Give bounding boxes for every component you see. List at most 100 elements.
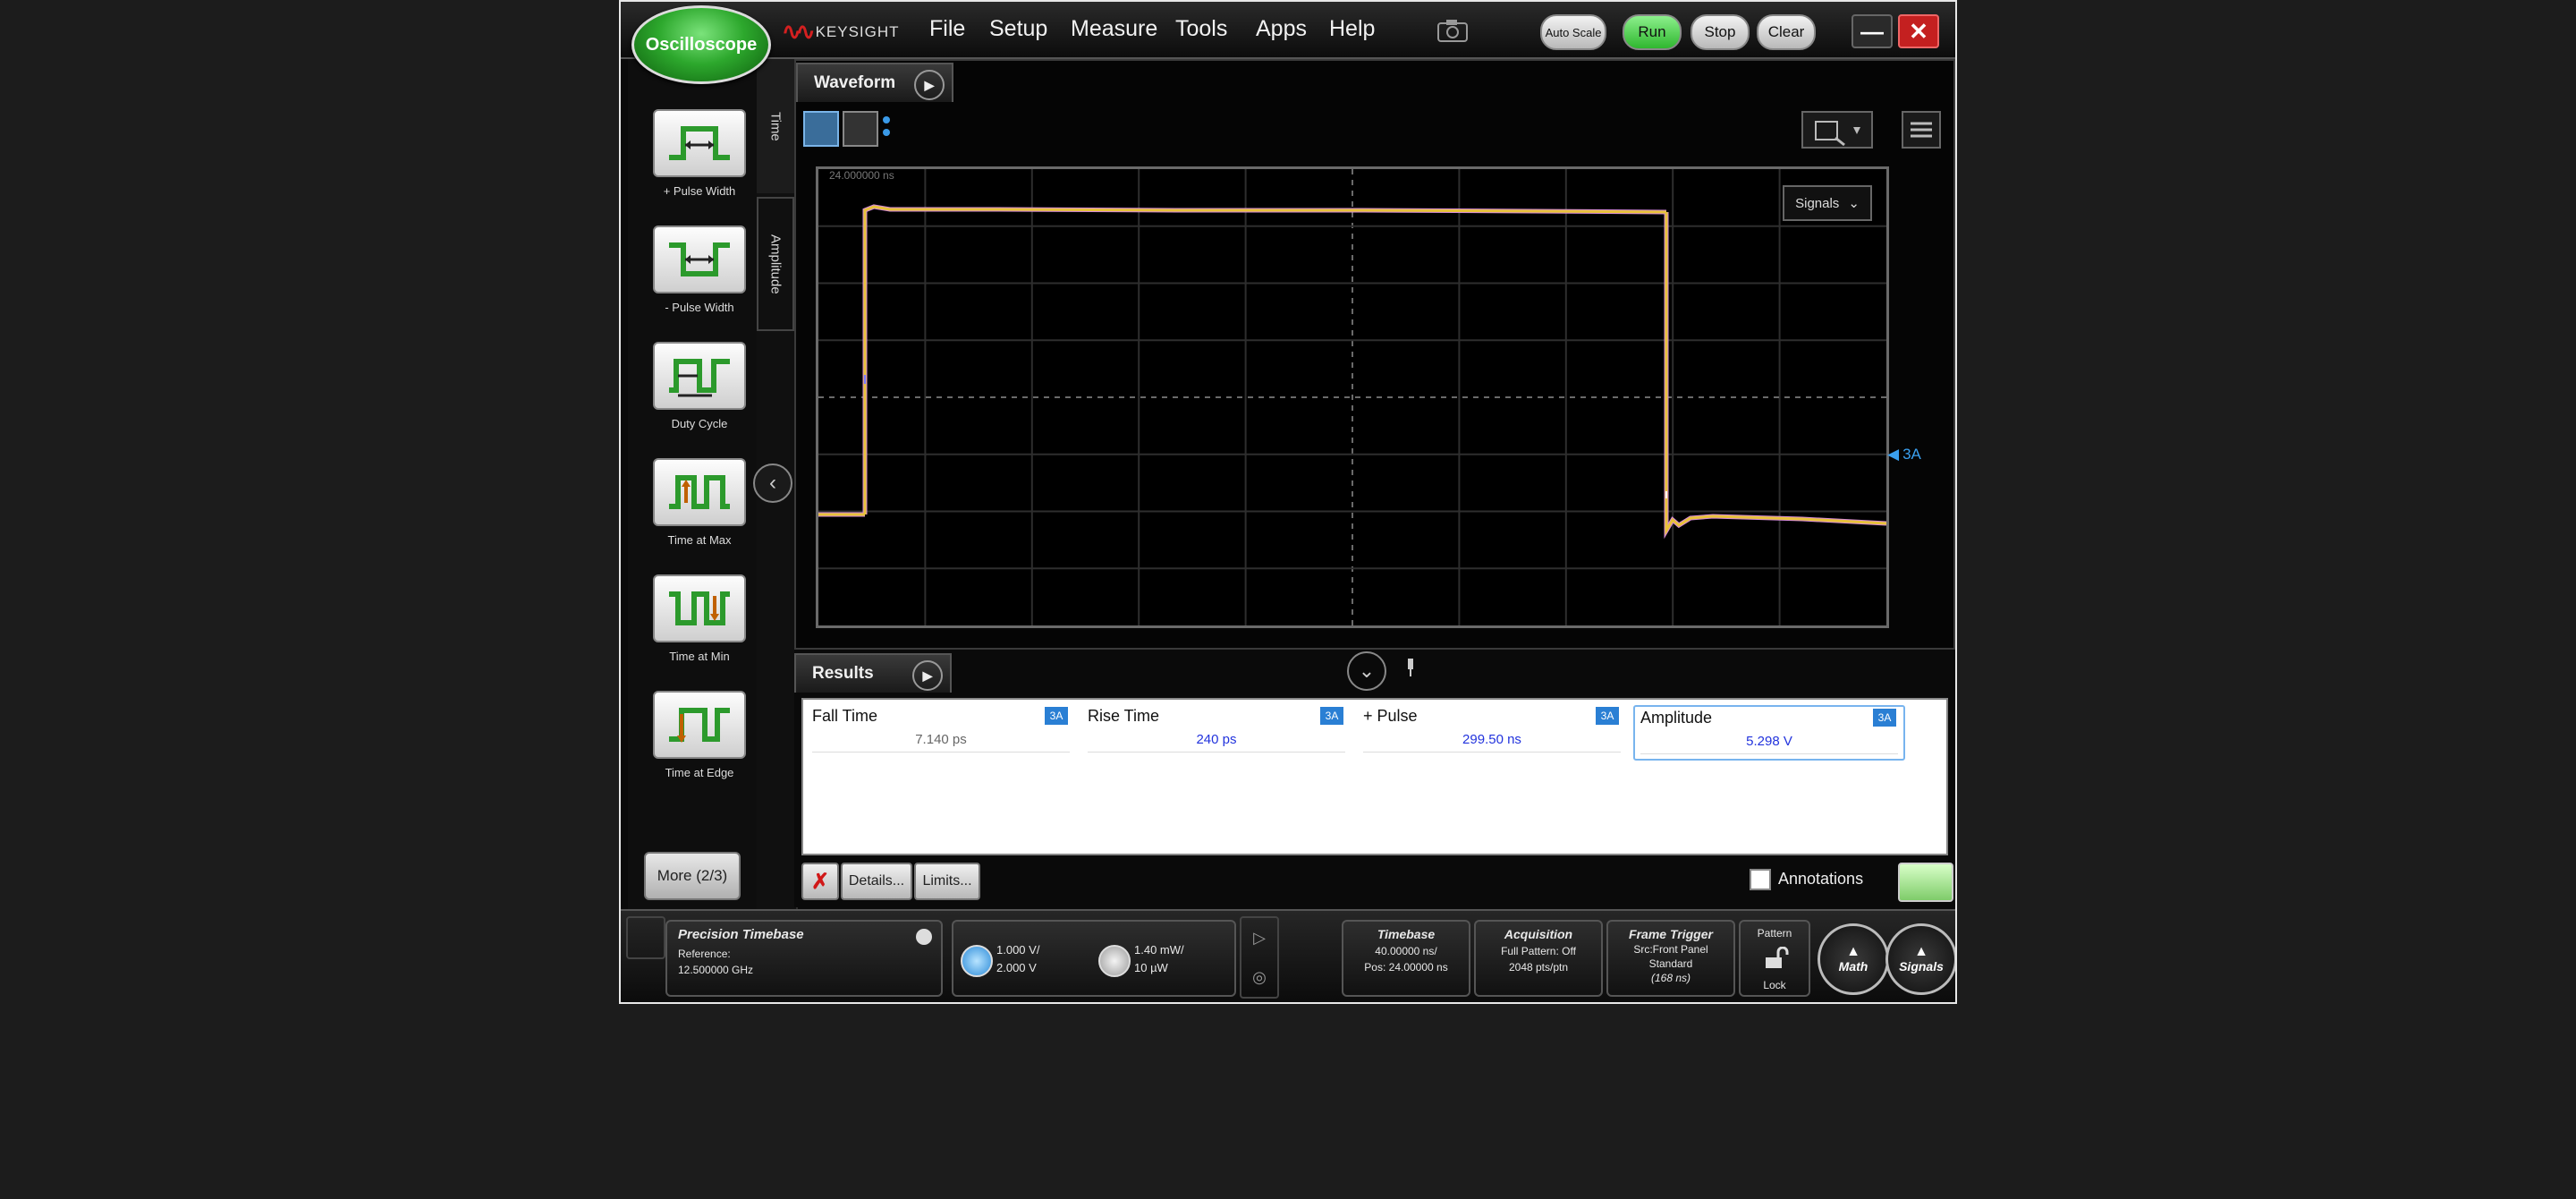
play-icon[interactable]: ▷ xyxy=(1253,929,1266,948)
measurement-name: + Pulse xyxy=(1363,707,1418,725)
annotations-color-button[interactable] xyxy=(1898,863,1953,902)
frame-trigger-box[interactable]: Frame Trigger Src:Front Panel Standard (… xyxy=(1606,920,1735,997)
measurement-value: 240 ps xyxy=(1088,732,1345,753)
tool-negative-pulse-width[interactable]: - Pulse Width xyxy=(642,225,757,314)
channel-scroll-buttons[interactable]: ▷ ◎ xyxy=(1240,916,1279,999)
delete-measurement-button[interactable]: ✗ xyxy=(801,863,839,900)
tool-label: Time at Max xyxy=(667,533,732,547)
channel-badge: 3A xyxy=(1045,707,1068,725)
lock-label: Lock xyxy=(1763,979,1786,991)
menu-setup[interactable]: Setup xyxy=(989,16,1047,42)
tool-time-at-edge[interactable]: Time at Edge xyxy=(642,691,757,779)
clear-button[interactable]: Clear xyxy=(1757,14,1816,50)
tool-duty-cycle[interactable]: Duty Cycle xyxy=(642,342,757,430)
menu-file[interactable]: File xyxy=(929,16,965,42)
more-grid-icon[interactable] xyxy=(882,115,891,141)
measurement-positive-pulse[interactable]: + Pulse 3A 299.50 ns xyxy=(1358,705,1626,757)
oscilloscope-mode-button[interactable]: Oscilloscope xyxy=(631,5,771,84)
precision-timebase-box[interactable]: Precision Timebase Reference: 12.500000 … xyxy=(665,920,943,997)
precision-timebase-line2: 12.500000 GHz xyxy=(678,964,754,976)
measurement-value: 5.298 V xyxy=(1640,734,1898,754)
channel-settings-box[interactable]: 1.000 V/ 2.000 V 1.40 mW/ 10 µW xyxy=(952,920,1236,997)
frame-trigger-source: Src:Front Panel xyxy=(1633,943,1708,956)
auto-scale-button[interactable]: Auto Scale xyxy=(1540,14,1606,50)
chevron-left-icon: ‹ xyxy=(769,471,776,495)
close-button[interactable]: ✕ xyxy=(1898,14,1939,48)
camera-icon[interactable] xyxy=(1435,16,1470,43)
acquisition-box[interactable]: Acquisition Full Pattern: Off 2048 pts/p… xyxy=(1474,920,1603,997)
timebase-box[interactable]: Timebase 40.00000 ns/ Pos: 24.00000 ns xyxy=(1342,920,1470,997)
menu-apps[interactable]: Apps xyxy=(1256,16,1307,42)
channel-badge: 3A xyxy=(1873,709,1896,727)
channel-badge: 3A xyxy=(1596,707,1619,725)
tab-time[interactable]: Time xyxy=(757,59,794,193)
tab-waveform[interactable]: Waveform ▶ xyxy=(796,63,953,102)
stop-button[interactable]: Stop xyxy=(1690,14,1750,50)
signals-button[interactable]: ▲ Signals xyxy=(1885,923,1955,995)
precision-timebase-line1: Reference: xyxy=(678,948,731,960)
tab-amplitude[interactable]: Amplitude xyxy=(757,197,794,331)
frame-trigger-period: (168 ns) xyxy=(1650,972,1691,984)
tool-time-at-min[interactable]: Time at Min xyxy=(642,574,757,663)
tool-label: + Pulse Width xyxy=(663,184,736,198)
play-icon[interactable]: ▶ xyxy=(912,660,943,691)
pattern-lock-box[interactable]: Pattern Lock xyxy=(1739,920,1810,997)
tool-time-at-max[interactable]: Time at Max xyxy=(642,458,757,547)
channel-1-offset: 2.000 V xyxy=(996,961,1037,974)
acquisition-title: Acquisition xyxy=(1504,927,1573,941)
run-button[interactable]: Run xyxy=(1623,14,1682,50)
status-bar: Precision Timebase Reference: 12.500000 … xyxy=(621,909,1955,1002)
channel-1-icon[interactable] xyxy=(961,945,993,977)
keysight-logo: ∿∿ KEYSIGHT xyxy=(782,18,900,45)
measurement-amplitude[interactable]: Amplitude 3A 5.298 V xyxy=(1633,705,1905,761)
minimize-button[interactable]: — xyxy=(1852,14,1893,48)
signals-label: Signals xyxy=(1899,959,1944,974)
unlock-icon xyxy=(1764,946,1789,973)
dual-grid-icon[interactable] xyxy=(843,111,878,147)
tool-label: Time at Min xyxy=(669,650,730,663)
measurement-value: 299.50 ns xyxy=(1363,732,1621,753)
acquisition-pattern: Full Pattern: Off xyxy=(1501,945,1576,957)
acquisition-points: 2048 pts/ptn xyxy=(1508,961,1569,974)
oscilloscope-window: ∿∿ KEYSIGHT File Setup Measure Tools Apps… xyxy=(619,0,1957,1004)
single-grid-icon[interactable] xyxy=(803,111,839,147)
collapse-palette-button[interactable]: ‹ xyxy=(753,463,792,503)
frame-trigger-title: Frame Trigger xyxy=(1629,927,1713,941)
zoom-tool-icon[interactable] xyxy=(1801,111,1873,149)
measurement-name: Amplitude xyxy=(1640,709,1713,727)
channel-marker[interactable]: ◀ 3A xyxy=(1887,446,1921,463)
frame-trigger-mode: Standard xyxy=(1648,957,1693,970)
math-button[interactable]: ▲ Math xyxy=(1818,923,1889,995)
limits-button[interactable]: Limits... xyxy=(914,863,980,900)
tool-label: Duty Cycle xyxy=(671,417,728,430)
measurement-rise-time[interactable]: Rise Time 3A 240 ps xyxy=(1082,705,1351,757)
pin-icon[interactable] xyxy=(1406,657,1415,678)
annotations-checkbox[interactable] xyxy=(1750,869,1771,890)
signals-dropdown[interactable]: Signals ⌄ xyxy=(1783,185,1872,221)
tool-label: Time at Edge xyxy=(665,766,734,779)
details-button[interactable]: Details... xyxy=(841,863,912,900)
measurement-fall-time[interactable]: Fall Time 3A 7.140 ps xyxy=(807,705,1075,757)
more-tools-button[interactable]: More (2/3) xyxy=(644,852,741,900)
menu-help[interactable]: Help xyxy=(1329,16,1375,42)
measurement-value: 7.140 ps xyxy=(812,732,1070,753)
channel-marker-label: 3A xyxy=(1902,446,1921,463)
chevron-down-circle-icon[interactable]: ⌄ xyxy=(1347,651,1386,691)
tool-positive-pulse-width[interactable]: + Pulse Width xyxy=(642,109,757,198)
menu-icon[interactable] xyxy=(1902,111,1941,149)
waveform-panel: Waveform ▶ 24.000000 ns Signals ⌄ ◀ 3A xyxy=(794,59,1955,650)
results-tab-label: Results xyxy=(812,664,874,683)
waveform-graticule xyxy=(818,169,1886,625)
circle-icon[interactable]: ◎ xyxy=(1252,968,1267,987)
menu-measure[interactable]: Measure xyxy=(1071,16,1157,42)
waveform-display[interactable]: 24.000000 ns Signals ⌄ xyxy=(816,166,1889,628)
pattern-label: Pattern xyxy=(1757,927,1792,940)
channel-2-icon[interactable] xyxy=(1098,945,1131,977)
tab-results[interactable]: Results ▶ xyxy=(794,653,952,693)
scroll-left-icon[interactable] xyxy=(626,916,665,959)
time-at-max-icon xyxy=(653,458,746,526)
play-icon[interactable]: ▶ xyxy=(914,70,945,100)
triangle-left-icon: ◀ xyxy=(1887,446,1900,463)
menu-tools[interactable]: Tools xyxy=(1175,16,1227,42)
channel-2-scale: 1.40 mW/ xyxy=(1134,943,1184,957)
